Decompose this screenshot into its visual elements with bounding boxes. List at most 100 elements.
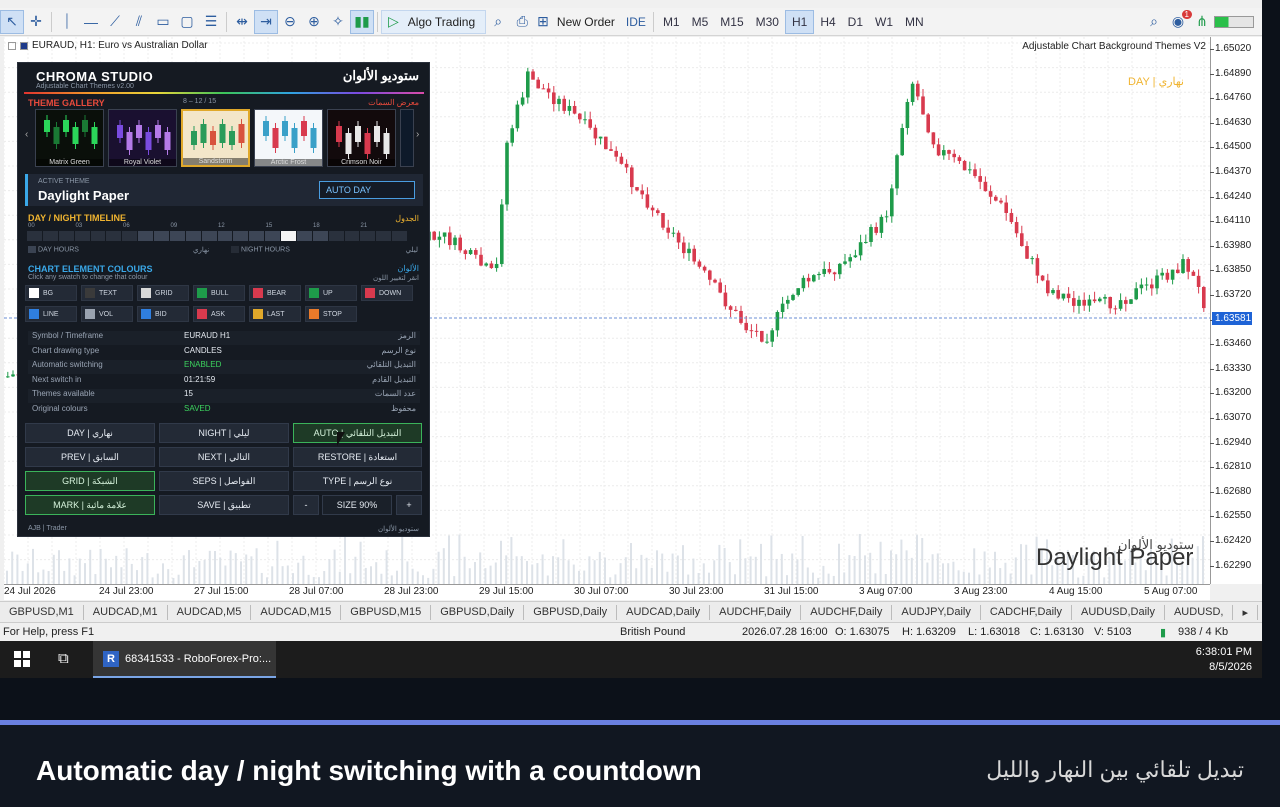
next-button[interactable]: NEXT | التالي bbox=[159, 447, 289, 467]
type-button[interactable]: TYPE | نوع الرسم bbox=[293, 471, 422, 491]
chart-tab[interactable]: AUDCAD,M5 bbox=[168, 604, 252, 620]
chart-tab[interactable]: AUDCHF,Daily bbox=[710, 604, 802, 620]
gallery-next-icon[interactable]: › bbox=[416, 129, 419, 140]
timeline-hour-cell[interactable] bbox=[138, 231, 153, 241]
cursor-tool-icon[interactable]: ↖ bbox=[0, 9, 24, 34]
horizontal-line-icon[interactable]: — bbox=[79, 10, 103, 34]
timeline-current-hour[interactable] bbox=[281, 231, 296, 241]
tabs-scroll-icon[interactable]: ▸ bbox=[1233, 604, 1259, 620]
chart-tab[interactable]: GBPUSD,M15 bbox=[341, 604, 432, 620]
timeline-hour-cell[interactable] bbox=[106, 231, 122, 241]
mark-button[interactable]: MARK | علامة مائية bbox=[25, 495, 155, 515]
timeline-hour-cell[interactable] bbox=[122, 231, 138, 241]
timeline-hour-cell[interactable] bbox=[376, 231, 392, 241]
chart-tab[interactable]: AUDCHF,Daily bbox=[801, 604, 893, 620]
timeframe-m5[interactable]: M5 bbox=[686, 10, 715, 34]
fibonacci-icon[interactable]: ☰ bbox=[199, 10, 223, 34]
crosshair-icon[interactable]: ✛ bbox=[24, 10, 48, 34]
grid-button[interactable]: GRID | الشبكة bbox=[25, 471, 155, 491]
swatch-bull[interactable]: BULL bbox=[193, 285, 245, 301]
timeline-hour-cell[interactable] bbox=[217, 231, 233, 241]
market-watch-icon[interactable]: ⌕ bbox=[486, 10, 510, 34]
swatch-bid[interactable]: BID bbox=[137, 306, 189, 322]
timeline-hour-cell[interactable] bbox=[328, 231, 344, 241]
swatch-last[interactable]: LAST bbox=[249, 306, 301, 322]
theme-thumb-sandstorm[interactable]: Sandstorm bbox=[181, 109, 250, 167]
timeline-hour-cell[interactable] bbox=[90, 231, 106, 241]
notifications-icon[interactable]: ◉ 1 bbox=[1166, 9, 1192, 34]
windows-start-icon[interactable] bbox=[14, 651, 30, 667]
status-profile[interactable]: British Pound bbox=[620, 626, 685, 638]
swatch-stop[interactable]: STOP bbox=[305, 306, 357, 322]
zoom-in-icon[interactable]: ⊕ bbox=[302, 10, 326, 34]
timeline-hour-cell[interactable] bbox=[392, 231, 407, 241]
auto-button[interactable]: AUTO | التبديل التلقائي bbox=[293, 423, 422, 443]
timeline-hour-cell[interactable] bbox=[74, 231, 90, 241]
timeframe-mn[interactable]: MN bbox=[899, 10, 930, 34]
chart-tab[interactable]: AUDCAD,M15 bbox=[251, 604, 342, 620]
timeframe-w1[interactable]: W1 bbox=[869, 10, 899, 34]
timeline-hour-cell[interactable] bbox=[42, 231, 58, 241]
size-plus-button[interactable]: + bbox=[396, 495, 422, 515]
timeline-hour-cell[interactable] bbox=[360, 231, 376, 241]
chart-tab[interactable]: CADCHF,Daily bbox=[981, 604, 1072, 620]
print-icon[interactable]: ⎙ bbox=[510, 10, 534, 34]
chart-tab[interactable]: AUDUSD, bbox=[1165, 604, 1234, 620]
search-icon[interactable]: ⌕ bbox=[1142, 10, 1166, 34]
swatch-vol[interactable]: VOL bbox=[81, 306, 133, 322]
swatch-down[interactable]: DOWN bbox=[361, 285, 413, 301]
timeframe-m15[interactable]: M15 bbox=[714, 10, 749, 34]
timeline-hour-cell[interactable] bbox=[233, 231, 249, 241]
timeframe-m1[interactable]: M1 bbox=[657, 10, 686, 34]
vertical-line-icon[interactable]: ⏐ bbox=[55, 10, 79, 34]
theme-thumb-partial[interactable] bbox=[400, 109, 414, 167]
timeline-hour-cell[interactable] bbox=[169, 231, 185, 241]
chart-menu-icon[interactable] bbox=[8, 41, 16, 50]
algo-trading-button[interactable]: ▷ Algo Trading bbox=[381, 9, 487, 34]
chart-tab[interactable]: GBPUSD,M1 bbox=[0, 604, 84, 620]
save-button[interactable]: SAVE | تطبيق bbox=[159, 495, 289, 515]
chart-tab[interactable]: GBPUSD,Daily bbox=[524, 604, 618, 620]
timeline-hour-cell[interactable] bbox=[249, 231, 265, 241]
swatch-line[interactable]: LINE bbox=[25, 306, 77, 322]
autoscroll-icon[interactable]: ⇥ bbox=[254, 9, 278, 34]
candles-icon[interactable]: ▮▮ bbox=[350, 9, 374, 34]
timeline-hour-cell[interactable] bbox=[265, 231, 280, 241]
theme-thumb-royal-violet[interactable]: Royal Violet bbox=[108, 109, 177, 167]
chart-tab[interactable]: AUDCAD,Daily bbox=[617, 604, 711, 620]
zoom-out-icon[interactable]: ⊖ bbox=[278, 10, 302, 34]
new-order-button[interactable]: ⊞ New Order bbox=[534, 10, 622, 34]
channel-icon[interactable]: ⫽ bbox=[127, 10, 151, 34]
swatch-text[interactable]: TEXT bbox=[81, 285, 133, 301]
timeline-hour-cell[interactable] bbox=[296, 231, 312, 241]
chart-tab[interactable]: GBPUSD,Daily bbox=[431, 604, 525, 620]
timeline-hour-cell[interactable] bbox=[58, 231, 74, 241]
timeline-hour-cell[interactable] bbox=[344, 231, 360, 241]
theme-thumb-crimson-noir[interactable]: Crimson Noir bbox=[327, 109, 396, 167]
swatch-up[interactable]: UP bbox=[305, 285, 357, 301]
trend-line-icon[interactable]: ⟋ bbox=[103, 10, 127, 34]
rectangle-icon[interactable]: ▭ bbox=[151, 10, 175, 34]
swatch-ask[interactable]: ASK bbox=[193, 306, 245, 322]
ide-button[interactable]: IDE bbox=[622, 15, 650, 29]
price-axis[interactable]: 1.65020 1.64890 1.64760 1.64630 1.64500 1.643… bbox=[1209, 37, 1262, 584]
chart-tab[interactable]: AUDJPY,Daily bbox=[892, 604, 981, 620]
chart-tab[interactable]: AUDCAD,M1 bbox=[84, 604, 168, 620]
timeline-hour-cell[interactable] bbox=[185, 231, 201, 241]
size-minus-button[interactable]: - bbox=[293, 495, 319, 515]
timeframe-m30[interactable]: M30 bbox=[750, 10, 785, 34]
taskbar-clock[interactable]: 6:38:01 PM 8/5/2026 bbox=[1196, 645, 1252, 675]
gallery-prev-icon[interactable]: ‹ bbox=[25, 129, 28, 140]
chart-tab[interactable]: AUDUSD,Daily bbox=[1072, 604, 1165, 620]
timeframe-h4[interactable]: H4 bbox=[814, 10, 841, 34]
chart-shift-icon[interactable]: ⇹ bbox=[230, 10, 254, 34]
timeline-hour-cell[interactable] bbox=[27, 231, 42, 241]
prev-button[interactable]: PREV | السابق bbox=[25, 447, 155, 467]
task-view-icon[interactable]: ⧉ bbox=[58, 650, 69, 667]
swatch-bg[interactable]: BG bbox=[25, 285, 77, 301]
timeframe-h1[interactable]: H1 bbox=[784, 9, 815, 34]
timeline-hour-cell[interactable] bbox=[154, 231, 169, 241]
time-axis[interactable]: 24 Jul 2026 24 Jul 23:00 27 Jul 15:00 28 Ju… bbox=[4, 584, 1210, 600]
indicators-icon[interactable]: ✧ bbox=[326, 10, 350, 34]
seps-button[interactable]: SEPS | الفواصل bbox=[159, 471, 289, 491]
